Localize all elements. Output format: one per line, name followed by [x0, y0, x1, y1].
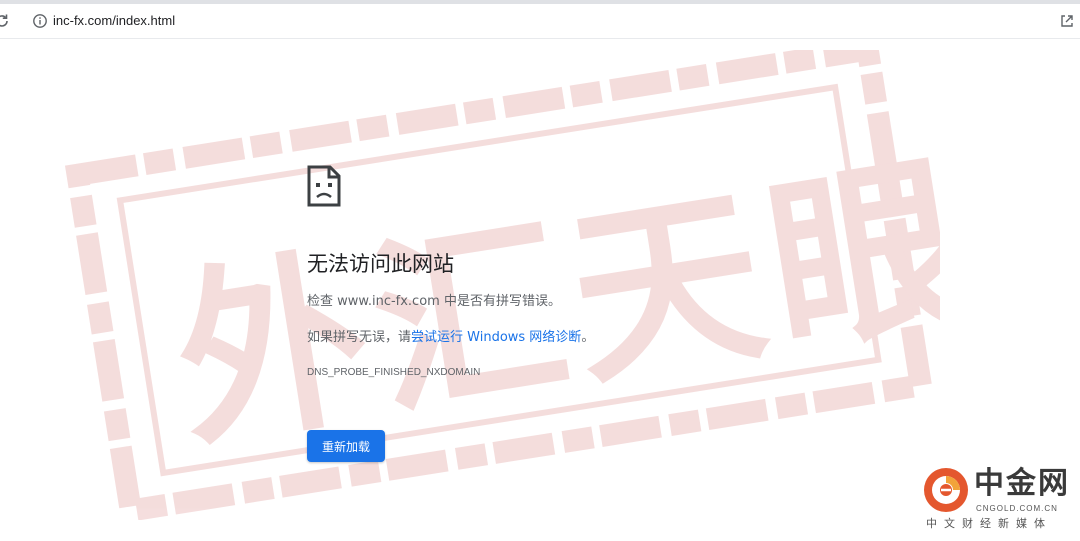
diagnostics-suffix: 。 [581, 330, 595, 345]
logo-domain: CNGOLD.COM.CN [976, 504, 1058, 513]
error-title: 无法访问此网站 [307, 252, 454, 276]
sad-page-icon [307, 165, 341, 207]
reload-icon[interactable] [0, 13, 10, 29]
browser-toolbar: inc-fx.com/index.html [0, 4, 1080, 39]
cngold-logo: 中金网 CNGOLD.COM.CN 中文财经新媒体 [920, 462, 1080, 534]
share-icon[interactable] [1059, 13, 1075, 29]
url-text[interactable]: inc-fx.com/index.html [53, 12, 175, 30]
reload-button[interactable]: 重新加载 [307, 430, 385, 462]
error-suggestion-spelling: 检查 www.inc-fx.com 中是否有拼写错误。 [307, 294, 561, 309]
logo-tagline: 中文财经新媒体 [926, 517, 1052, 530]
watermark-stamp: 外汇天眼 [64, 50, 940, 520]
info-icon[interactable] [32, 13, 48, 29]
address-bar[interactable]: inc-fx.com/index.html [22, 8, 1062, 34]
error-suggestion-diagnostics: 如果拼写无误，请尝试运行 Windows 网络诊断。 [307, 329, 594, 347]
logo-name: 中金网 [974, 466, 1070, 501]
error-code: DNS_PROBE_FINISHED_NXDOMAIN [307, 367, 481, 378]
cngold-logo-mark-icon [924, 468, 968, 512]
diagnostics-prefix: 如果拼写无误，请 [307, 330, 412, 345]
network-diagnostics-link[interactable]: 尝试运行 Windows 网络诊断 [411, 330, 581, 345]
